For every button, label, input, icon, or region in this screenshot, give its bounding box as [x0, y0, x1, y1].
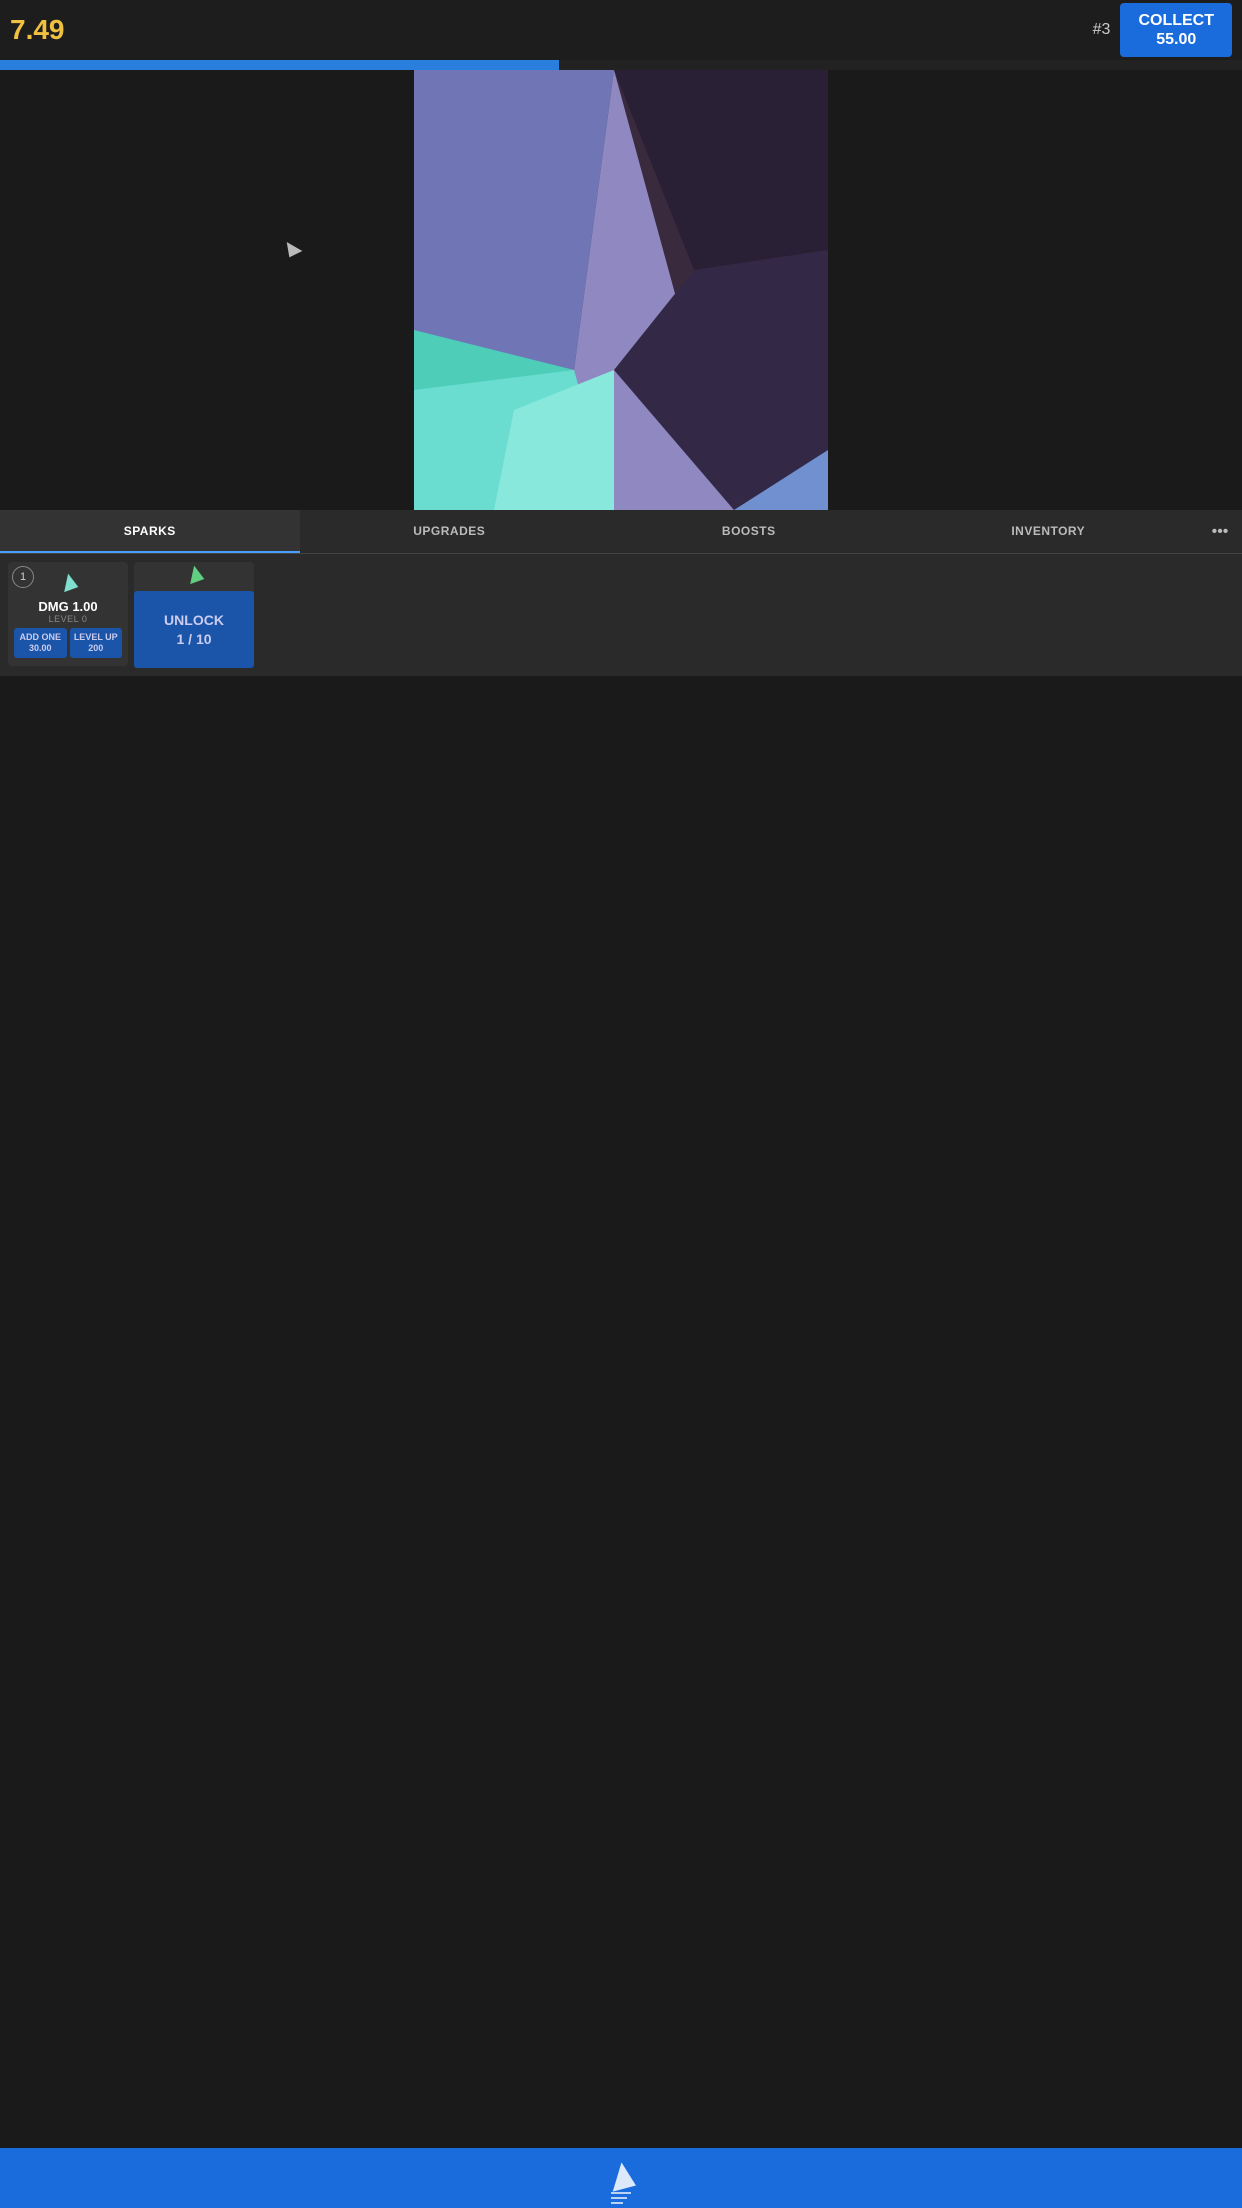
more-button[interactable]: ••• — [1198, 510, 1242, 553]
tab-boosts[interactable]: BOOSTS — [599, 510, 899, 553]
card-level: LEVEL 0 — [49, 614, 88, 624]
add-one-button[interactable]: ADD ONE 30.00 — [14, 628, 67, 658]
tab-sparks[interactable]: SPARKS — [0, 510, 300, 553]
card-dmg: DMG 1.00 — [38, 599, 97, 614]
tab-bar: SPARKS UPGRADES BOOSTS INVENTORY ••• — [0, 510, 1242, 554]
bottom-arrow-icon — [609, 2163, 633, 2194]
unlock-card[interactable]: UNLOCK 1 / 10 — [134, 562, 254, 666]
unlock-arrow-icon — [187, 566, 202, 587]
unlock-button[interactable]: UNLOCK 1 / 10 — [134, 591, 254, 667]
progress-bar-fill — [0, 60, 559, 70]
spark-card-1[interactable]: 1 DMG 1.00 LEVEL 0 ADD ONE 30.00 LEVEL U… — [8, 562, 128, 666]
game-background — [0, 70, 1242, 510]
card-badge: 1 — [12, 566, 34, 588]
game-canvas[interactable] — [0, 70, 1242, 510]
collect-button[interactable]: COLLECT 55.00 — [1120, 3, 1232, 57]
hud-bar: 7.49 #3 COLLECT 55.00 — [0, 0, 1242, 60]
card-action-buttons: ADD ONE 30.00 LEVEL UP 200 — [14, 628, 122, 658]
cards-area: 1 DMG 1.00 LEVEL 0 ADD ONE 30.00 LEVEL U… — [0, 554, 1242, 676]
score-display: 7.49 — [10, 14, 1093, 46]
bottom-bar-button[interactable] — [0, 2148, 1242, 2208]
level-up-button[interactable]: LEVEL UP 200 — [70, 628, 123, 658]
progress-bar-container — [0, 60, 1242, 70]
spark-arrow-icon — [61, 574, 76, 595]
tab-upgrades[interactable]: UPGRADES — [300, 510, 600, 553]
rank-display: #3 — [1093, 21, 1111, 39]
tab-inventory[interactable]: INVENTORY — [899, 510, 1199, 553]
